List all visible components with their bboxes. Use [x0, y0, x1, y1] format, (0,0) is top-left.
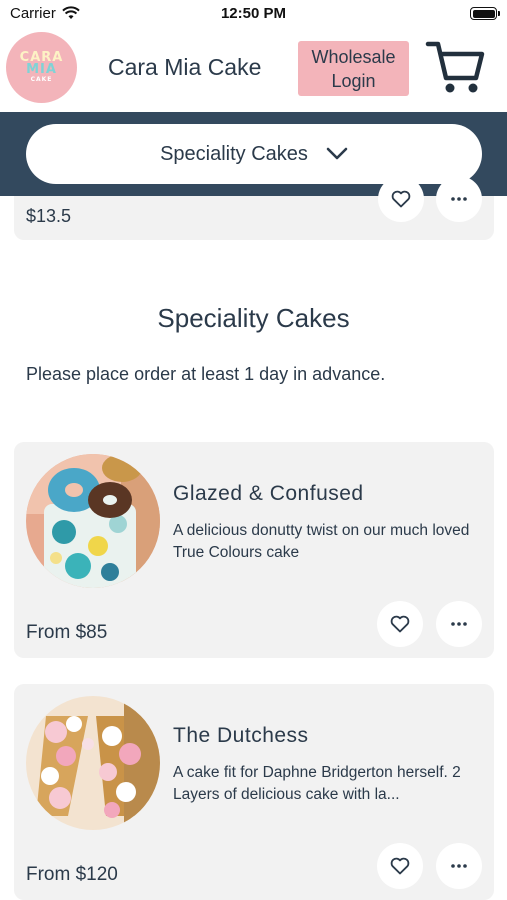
- more-options-button[interactable]: [436, 601, 482, 647]
- heart-icon: [390, 857, 410, 875]
- product-description: A cake fit for Daphne Bridgerton herself…: [173, 764, 461, 803]
- category-dropdown[interactable]: Speciality Cakes: [26, 124, 482, 184]
- category-selected-label: Speciality Cakes: [160, 142, 308, 165]
- heart-icon: [391, 190, 411, 208]
- app-title: Cara Mia Cake: [108, 54, 262, 80]
- favorite-button[interactable]: [377, 601, 423, 647]
- favorite-button[interactable]: [378, 176, 424, 222]
- more-dots-icon: [451, 864, 467, 868]
- more-dots-icon: [451, 197, 467, 201]
- battery-icon: [470, 7, 500, 20]
- heart-icon: [390, 615, 410, 633]
- login-label: Login: [331, 70, 376, 91]
- product-name: Glazed & Confused: [173, 482, 364, 505]
- product-description: A delicious donutty twist on our much lo…: [173, 522, 470, 561]
- product-price: $13.5: [26, 206, 72, 226]
- status-bar: Carrier 12:50 PM: [0, 0, 507, 28]
- status-time: 12:50 PM: [220, 5, 287, 22]
- product-card-partial[interactable]: $13.5: [14, 176, 494, 240]
- category-bar: Speciality Cakes: [0, 112, 507, 196]
- product-name: The Dutchess: [173, 724, 309, 747]
- product-card[interactable]: Glazed & Confused A delicious donutty tw…: [14, 442, 494, 658]
- product-card[interactable]: The Dutchess A cake fit for Daphne Bridg…: [14, 684, 494, 900]
- more-dots-icon: [451, 622, 467, 626]
- app-header: CARA MIA CAKE Cara Mia Cake Wholesale Lo…: [0, 28, 507, 112]
- cart-icon[interactable]: [424, 38, 486, 96]
- product-price: From $120: [26, 864, 118, 885]
- wholesale-label: Wholesale: [311, 46, 396, 67]
- logo-text-line: MIA: [26, 61, 57, 77]
- product-image-donut-cake: [26, 454, 160, 588]
- product-image-number-cake: [26, 696, 160, 830]
- chevron-down-icon: [326, 147, 348, 160]
- favorite-button[interactable]: [377, 843, 423, 889]
- logo-text-line: CAKE: [30, 75, 53, 83]
- more-options-button[interactable]: [436, 176, 482, 222]
- section-subtitle: Please place order at least 1 day in adv…: [26, 364, 386, 384]
- wholesale-login-button[interactable]: Wholesale Login: [298, 41, 409, 96]
- product-price: From $85: [26, 622, 108, 643]
- more-options-button[interactable]: [436, 843, 482, 889]
- brand-logo[interactable]: CARA MIA CAKE: [6, 32, 77, 103]
- section-title: Speciality Cakes: [157, 303, 350, 333]
